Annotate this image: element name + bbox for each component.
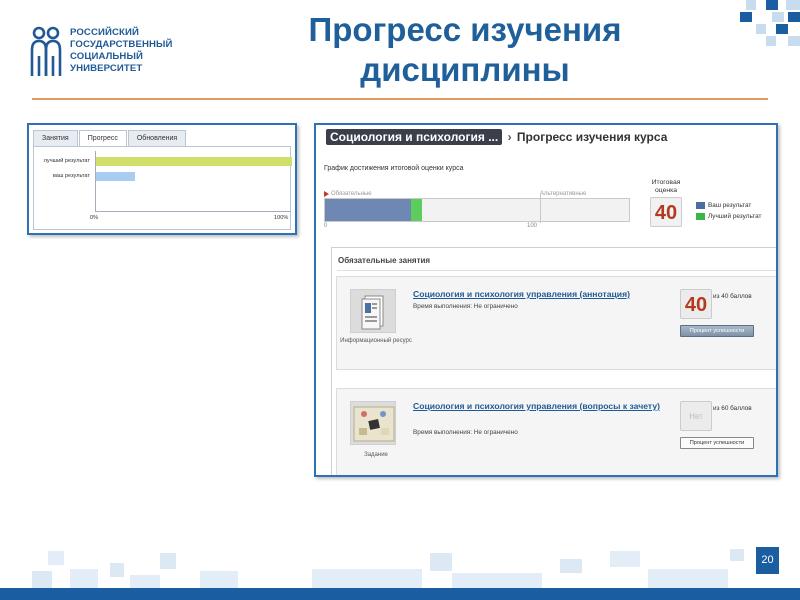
tick-100: 100% bbox=[274, 215, 289, 221]
final-grade-label: Итоговая оценка bbox=[651, 179, 681, 194]
bar-best-result bbox=[96, 157, 292, 166]
progress-tab-screenshot: Занятия Прогресс Обновления лучший резул… bbox=[27, 123, 297, 235]
lesson-item: Задание Социология и психология управлен… bbox=[336, 388, 776, 475]
legend-label-yours: Ваш результат bbox=[708, 202, 752, 209]
success-rate-button[interactable]: Процент успешности bbox=[680, 437, 754, 449]
final-grade-score: 40 bbox=[650, 197, 682, 227]
breadcrumb-course-link[interactable]: Социология и психология ... bbox=[326, 129, 503, 145]
lesson-score: Нет bbox=[680, 401, 712, 431]
legend-swatch-yours bbox=[696, 202, 705, 209]
lesson-duration: Время выполнения: Не ограничено bbox=[413, 303, 518, 310]
graph-tick-0: 0 bbox=[324, 223, 328, 229]
tab-bar: Занятия Прогресс Обновления bbox=[33, 130, 187, 148]
item-type-caption: Информационный ресурс bbox=[340, 338, 412, 344]
breadcrumb: Социология и психология ... › Прогресс и… bbox=[326, 129, 668, 145]
footer-bar bbox=[0, 588, 800, 600]
task-icon bbox=[350, 401, 396, 445]
required-marker-icon bbox=[324, 191, 329, 197]
university-logo: РОССИЙСКИЙ ГОСУДАРСТВЕННЫЙ СОЦИАЛЬНЫЙ УН… bbox=[30, 24, 173, 80]
title-divider bbox=[32, 98, 768, 100]
decor-pixels-bottom bbox=[0, 545, 800, 590]
people-logo-icon bbox=[30, 26, 62, 76]
graph-tick-100: 100 bbox=[527, 223, 538, 229]
breadcrumb-separator: › bbox=[507, 130, 512, 144]
lesson-duration: Время выполнения: Не ограничено bbox=[413, 429, 518, 436]
item-type-caption: Задание bbox=[364, 452, 388, 458]
legend-best-result: Лучший результат bbox=[696, 211, 761, 222]
graph-caption: График достижения итоговой оценки курса bbox=[324, 165, 464, 172]
slide: РОССИЙСКИЙ ГОСУДАРСТВЕННЫЙ СОЦИАЛЬНЫЙ УН… bbox=[0, 0, 800, 600]
your-result-fill bbox=[325, 199, 411, 221]
success-rate-button[interactable]: Процент успешности bbox=[680, 325, 754, 337]
slide-title: Прогресс изучения дисциплины bbox=[308, 11, 622, 88]
grade-progress-bar bbox=[324, 193, 630, 223]
bar-label-yours: ваш результат bbox=[52, 173, 90, 179]
course-progress-screenshot: Социология и психология ... › Прогресс и… bbox=[314, 123, 778, 477]
graph-label-alternative: Альтернативные bbox=[540, 191, 587, 197]
page-number: 20 bbox=[756, 547, 779, 574]
legend-swatch-best bbox=[696, 213, 705, 220]
lesson-item: Информационный ресурс Социология и психо… bbox=[336, 276, 776, 370]
section-title: Обязательные занятия bbox=[338, 256, 431, 265]
lesson-score: 40 bbox=[680, 289, 712, 319]
legend-label-best: Лучший результат bbox=[708, 213, 762, 220]
document-icon bbox=[350, 289, 396, 333]
bar-label-best: лучший результат bbox=[43, 158, 90, 164]
lesson-max-points: из 40 баллов bbox=[713, 293, 752, 300]
legend-your-result: Ваш результат bbox=[696, 200, 761, 211]
lesson-link[interactable]: Социология и психология управления (вопр… bbox=[413, 401, 663, 412]
tab-lessons[interactable]: Занятия bbox=[33, 130, 78, 147]
progress-chart: лучший результат ваш результат 0% 100% bbox=[33, 146, 292, 230]
required-lessons-section: Обязательные занятия Информационный ресу… bbox=[331, 247, 776, 475]
breadcrumb-current: Прогресс изучения курса bbox=[516, 130, 668, 144]
tick-0: 0% bbox=[90, 215, 99, 221]
chart-axis-x bbox=[95, 211, 291, 212]
section-divider bbox=[337, 270, 776, 271]
tab-updates[interactable]: Обновления bbox=[127, 130, 187, 147]
bar-your-result bbox=[96, 172, 136, 181]
alt-divider bbox=[540, 193, 541, 223]
legend: Ваш результат Лучший результат bbox=[696, 200, 761, 222]
graph-label-required: Обязательные bbox=[331, 191, 372, 197]
university-name: РОССИЙСКИЙ ГОСУДАРСТВЕННЫЙ СОЦИАЛЬНЫЙ УН… bbox=[70, 27, 173, 74]
decor-pixels-top bbox=[740, 0, 800, 50]
lesson-link[interactable]: Социология и психология управления (анно… bbox=[413, 289, 663, 300]
lesson-max-points: из 60 баллов bbox=[713, 405, 752, 412]
